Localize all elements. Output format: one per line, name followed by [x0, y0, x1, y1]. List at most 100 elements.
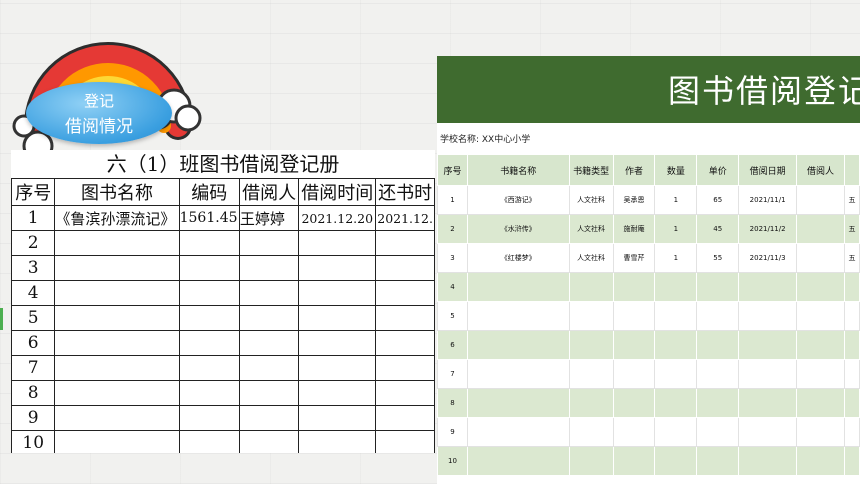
register-cell[interactable] [375, 330, 435, 356]
register-cell[interactable] [298, 380, 377, 406]
sheet-cell[interactable] [654, 388, 698, 418]
register-cell[interactable] [238, 280, 300, 306]
sheet-cell[interactable] [612, 330, 656, 360]
sheet-cell[interactable] [796, 330, 845, 360]
sheet-cell[interactable]: 人文社科 [568, 185, 614, 215]
sheet-cell[interactable] [796, 185, 845, 215]
sheet-cell[interactable] [654, 359, 698, 389]
sheet-cell[interactable] [738, 301, 798, 331]
register-cell[interactable] [178, 305, 240, 331]
register-cell[interactable] [54, 405, 180, 431]
sheet-cell[interactable]: 人文社科 [568, 214, 614, 244]
sheet-cell[interactable] [843, 330, 860, 360]
sheet-cell[interactable] [696, 359, 740, 389]
sheet-cell[interactable] [612, 388, 656, 418]
sheet-cell[interactable]: 3 [437, 243, 468, 273]
sheet-cell[interactable] [796, 243, 845, 273]
sheet-cell[interactable] [612, 272, 656, 302]
sheet-cell[interactable]: 10 [437, 446, 468, 476]
register-cell[interactable] [298, 330, 377, 356]
sheet-cell[interactable]: 《水浒传》 [466, 214, 570, 244]
sheet-cell[interactable] [738, 446, 798, 476]
sheet-cell[interactable] [568, 446, 614, 476]
sheet-cell[interactable] [466, 330, 570, 360]
sheet-cell[interactable]: 7 [437, 359, 468, 389]
register-cell[interactable]: 4 [11, 280, 56, 306]
register-cell[interactable] [238, 255, 300, 281]
sheet-cell[interactable]: 1 [437, 185, 468, 215]
sheet-cell[interactable] [696, 330, 740, 360]
register-cell[interactable] [178, 405, 240, 431]
sheet-cell[interactable]: 1 [654, 185, 698, 215]
sheet-cell[interactable] [738, 359, 798, 389]
register-cell[interactable] [375, 405, 435, 431]
sheet-cell[interactable] [568, 417, 614, 447]
register-cell[interactable] [238, 330, 300, 356]
sheet-cell[interactable] [612, 301, 656, 331]
register-cell[interactable] [54, 430, 180, 453]
sheet-cell[interactable] [843, 272, 860, 302]
sheet-cell[interactable]: 施耐庵 [612, 214, 656, 244]
sheet-cell[interactable] [612, 417, 656, 447]
sheet-cell[interactable] [796, 272, 845, 302]
sheet-cell[interactable] [568, 359, 614, 389]
register-cell[interactable] [54, 380, 180, 406]
sheet-cell[interactable] [738, 417, 798, 447]
sheet-cell[interactable]: 《红楼梦》 [466, 243, 570, 273]
sheet-cell[interactable]: 65 [696, 185, 740, 215]
sheet-cell[interactable] [612, 446, 656, 476]
sheet-cell[interactable] [696, 417, 740, 447]
register-cell[interactable]: 王婷婷 [238, 205, 300, 231]
register-cell[interactable]: 5 [11, 305, 56, 331]
sheet-cell[interactable] [738, 330, 798, 360]
register-cell[interactable]: 2 [11, 230, 56, 256]
sheet-cell[interactable] [568, 301, 614, 331]
sheet-cell[interactable] [654, 330, 698, 360]
register-cell[interactable] [298, 305, 377, 331]
sheet-cell[interactable]: 4 [437, 272, 468, 302]
register-cell[interactable]: 10 [11, 430, 56, 453]
sheet-cell[interactable] [843, 417, 860, 447]
register-cell[interactable] [54, 255, 180, 281]
sheet-cell[interactable] [466, 272, 570, 302]
sheet-cell[interactable] [696, 388, 740, 418]
sheet-cell[interactable] [843, 359, 860, 389]
register-cell[interactable] [375, 280, 435, 306]
register-cell[interactable] [54, 355, 180, 381]
register-cell[interactable] [178, 230, 240, 256]
register-cell[interactable] [298, 230, 377, 256]
register-cell[interactable] [54, 305, 180, 331]
sheet-cell[interactable] [466, 417, 570, 447]
sheet-cell[interactable] [466, 301, 570, 331]
register-cell[interactable] [178, 330, 240, 356]
sheet-cell[interactable] [843, 388, 860, 418]
register-cell[interactable] [238, 380, 300, 406]
register-cell[interactable] [178, 430, 240, 453]
register-cell[interactable] [298, 405, 377, 431]
register-cell[interactable] [375, 255, 435, 281]
register-cell[interactable]: 7 [11, 355, 56, 381]
register-cell[interactable] [54, 280, 180, 306]
register-cell[interactable] [238, 405, 300, 431]
register-cell[interactable] [178, 380, 240, 406]
sheet-cell[interactable] [466, 388, 570, 418]
register-cell[interactable] [375, 305, 435, 331]
sheet-cell[interactable] [654, 417, 698, 447]
register-cell[interactable]: 1 [11, 205, 56, 231]
sheet-cell[interactable] [843, 446, 860, 476]
sheet-cell[interactable]: 2021/11/2 [738, 214, 798, 244]
sheet-cell[interactable] [654, 301, 698, 331]
register-cell[interactable] [238, 430, 300, 453]
register-cell[interactable] [178, 355, 240, 381]
sheet-cell[interactable] [654, 272, 698, 302]
sheet-cell[interactable]: 1 [654, 243, 698, 273]
register-cell[interactable]: 《鲁滨孙漂流记》 [54, 205, 180, 231]
register-cell[interactable]: 1561.45 [178, 205, 240, 231]
sheet-cell[interactable] [696, 301, 740, 331]
register-cell[interactable] [54, 230, 180, 256]
register-cell[interactable]: 9 [11, 405, 56, 431]
register-cell[interactable] [238, 305, 300, 331]
sheet-cell[interactable]: 8 [437, 388, 468, 418]
register-cell[interactable]: 8 [11, 380, 56, 406]
register-cell[interactable] [375, 355, 435, 381]
